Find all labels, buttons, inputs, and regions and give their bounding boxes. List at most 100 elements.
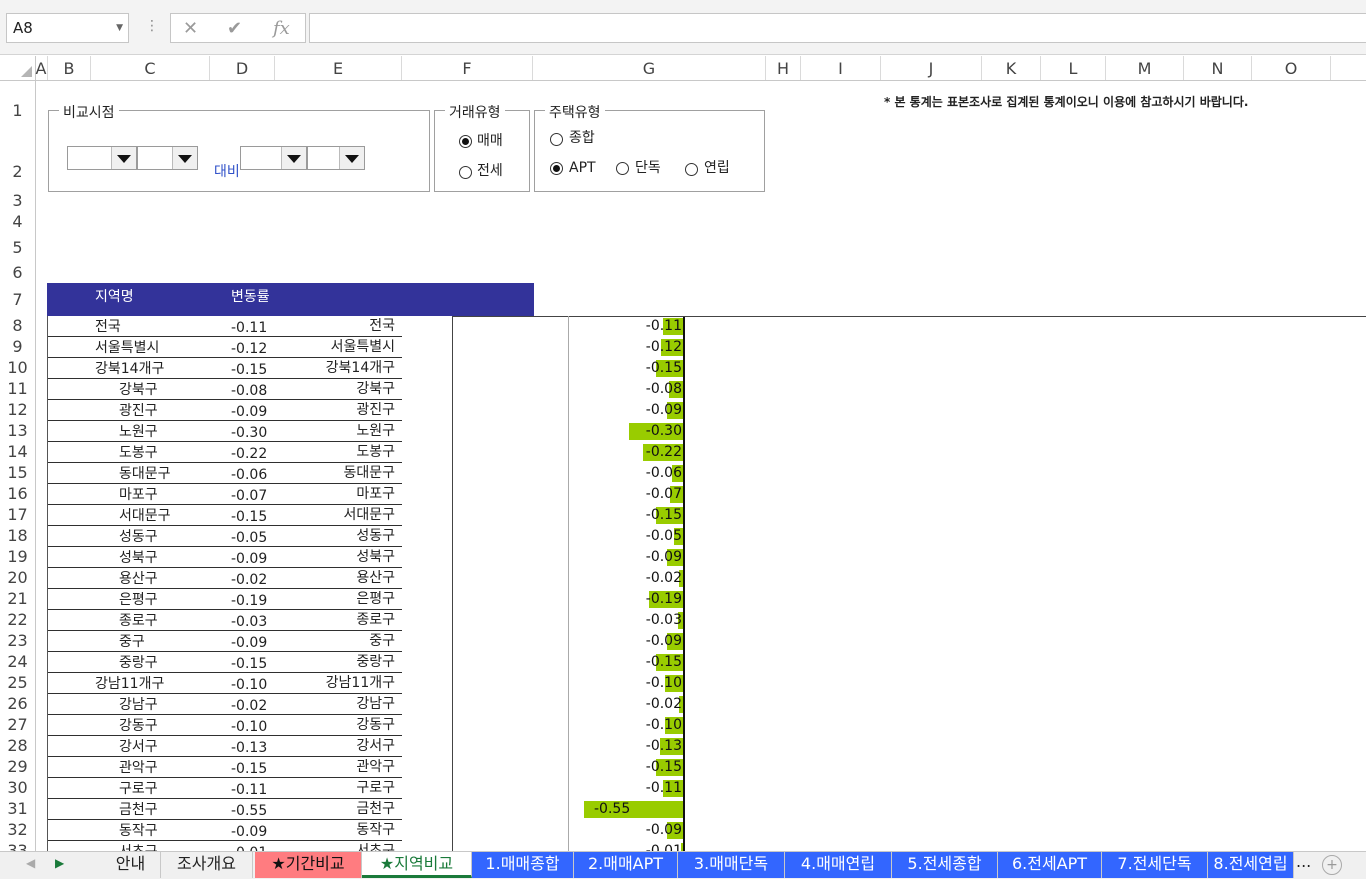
sheet-tab-1[interactable]: 안내 <box>101 852 161 878</box>
formula-input[interactable] <box>309 13 1366 43</box>
sheet-tab-5[interactable]: 1.매매종합 <box>472 852 574 878</box>
row-header-4[interactable]: 4 <box>0 212 35 231</box>
tab-scroll-left-icon[interactable]: ◀ <box>26 856 35 870</box>
column-header-m[interactable]: M <box>1106 56 1184 80</box>
table-left-border <box>47 568 48 589</box>
row-header-30[interactable]: 30 <box>0 778 35 797</box>
row-header-20[interactable]: 20 <box>0 568 35 587</box>
column-header-c[interactable]: C <box>91 56 210 80</box>
tab-scroll-right-icon[interactable]: ▶ <box>55 856 64 870</box>
row-header-1[interactable]: 1 <box>0 101 35 120</box>
sheet-tab-8[interactable]: 4.매매연립 <box>785 852 892 878</box>
column-header-n[interactable]: N <box>1184 56 1252 80</box>
radio-house-all[interactable] <box>550 133 563 146</box>
bar-value-label: -0.05 <box>645 528 682 544</box>
row-header-9[interactable]: 9 <box>0 337 35 356</box>
row-header-24[interactable]: 24 <box>0 652 35 671</box>
row-separator <box>47 567 402 568</box>
region-label-cell: 강서구 <box>356 738 395 754</box>
column-header-g[interactable]: G <box>533 56 766 80</box>
start-year-select[interactable] <box>67 146 137 170</box>
row-header-2[interactable]: 2 <box>0 162 35 181</box>
sheet-tab-7[interactable]: 3.매매단독 <box>678 852 785 878</box>
radio-house-detached[interactable] <box>616 162 629 175</box>
column-header-e[interactable]: E <box>275 56 402 80</box>
row-header-15[interactable]: 15 <box>0 463 35 482</box>
table-left-border <box>47 610 48 631</box>
row-header-31[interactable]: 31 <box>0 799 35 818</box>
table-left-border <box>47 652 48 673</box>
radio-trade-jeonse[interactable] <box>459 166 472 179</box>
chevron-down-icon[interactable] <box>281 147 306 169</box>
row-header-14[interactable]: 14 <box>0 442 35 461</box>
chart-top-border-right <box>683 316 801 317</box>
bar-value-label: -0.15 <box>645 654 682 670</box>
drag-handle-icon[interactable]: ⋮ <box>145 18 159 34</box>
row-header-25[interactable]: 25 <box>0 673 35 692</box>
column-header-o[interactable]: O <box>1252 56 1331 80</box>
sheet-tab-9[interactable]: 5.전세종합 <box>892 852 998 878</box>
select-all-corner[interactable] <box>0 56 36 80</box>
row-header-7[interactable]: 7 <box>0 290 35 309</box>
start-month-select[interactable] <box>137 146 198 170</box>
end-year-select[interactable] <box>240 146 307 170</box>
column-header-a[interactable]: A <box>35 56 48 80</box>
row-header-18[interactable]: 18 <box>0 526 35 545</box>
row-header-10[interactable]: 10 <box>0 358 35 377</box>
table-left-border <box>47 505 48 526</box>
column-header-j[interactable]: J <box>881 56 982 80</box>
region-name-cell: 강서구 <box>119 739 158 755</box>
chevron-down-icon[interactable]: ▼ <box>116 14 123 42</box>
chevron-down-icon[interactable] <box>172 147 197 169</box>
bar-value-label: -0.07 <box>645 486 682 502</box>
sheet-tab-4[interactable]: ★지역비교 <box>362 852 472 878</box>
enter-icon[interactable]: ✔ <box>227 18 242 39</box>
row-header-3[interactable]: 3 <box>0 191 35 210</box>
column-header-d[interactable]: D <box>210 56 275 80</box>
sheet-tab-3[interactable]: ★기간비교 <box>255 852 362 878</box>
column-header-h[interactable]: H <box>766 56 801 80</box>
row-header-23[interactable]: 23 <box>0 631 35 650</box>
row-header-29[interactable]: 29 <box>0 757 35 776</box>
radio-house-rowhouse[interactable] <box>685 163 698 176</box>
sheet-tab-2[interactable]: 조사개요 <box>161 852 253 878</box>
row-header-26[interactable]: 26 <box>0 694 35 713</box>
name-box[interactable]: A8 ▼ <box>6 13 129 43</box>
row-header-28[interactable]: 28 <box>0 736 35 755</box>
row-header-8[interactable]: 8 <box>0 316 35 335</box>
row-header-32[interactable]: 32 <box>0 820 35 839</box>
sheet-tab-6[interactable]: 2.매매APT <box>574 852 678 878</box>
column-header-l[interactable]: L <box>1041 56 1106 80</box>
radio-house-apt[interactable] <box>550 162 563 175</box>
row-header-11[interactable]: 11 <box>0 379 35 398</box>
chevron-down-icon[interactable] <box>339 147 364 169</box>
column-header-b[interactable]: B <box>48 56 91 80</box>
row-header-16[interactable]: 16 <box>0 484 35 503</box>
insert-function-icon[interactable]: fx <box>273 18 290 39</box>
radio-trade-sale[interactable] <box>459 135 472 148</box>
row-header-27[interactable]: 27 <box>0 715 35 734</box>
row-header-22[interactable]: 22 <box>0 610 35 629</box>
column-header-k[interactable]: K <box>982 56 1041 80</box>
row-header-13[interactable]: 13 <box>0 421 35 440</box>
column-header-i[interactable]: I <box>801 56 881 80</box>
row-header-5[interactable]: 5 <box>0 238 35 257</box>
region-name-cell: 강남구 <box>119 697 158 713</box>
sheet-tab-11[interactable]: 7.전세단독 <box>1102 852 1208 878</box>
more-tabs-button[interactable]: ... <box>1296 852 1311 871</box>
row-header-19[interactable]: 19 <box>0 547 35 566</box>
column-header-f[interactable]: F <box>402 56 533 80</box>
row-header-12[interactable]: 12 <box>0 400 35 419</box>
cancel-icon[interactable]: ✕ <box>183 18 198 39</box>
end-month-select[interactable] <box>307 146 365 170</box>
row-header-21[interactable]: 21 <box>0 589 35 608</box>
sheet-tab-12[interactable]: 8.전세연립 <box>1208 852 1294 878</box>
sheet-tab-10[interactable]: 6.전세APT <box>998 852 1102 878</box>
row-header-17[interactable]: 17 <box>0 505 35 524</box>
sheet-tab-bar: ◀ ▶ 안내 조사개요 ★기간비교 ★지역비교 1.매매종합 2.매매APT 3.매매단독 4… <box>0 851 1366 879</box>
table-left-border <box>47 778 48 799</box>
row-header-6[interactable]: 6 <box>0 263 35 282</box>
row-separator <box>47 420 402 421</box>
add-sheet-icon[interactable]: + <box>1322 855 1342 875</box>
chevron-down-icon[interactable] <box>111 147 136 169</box>
